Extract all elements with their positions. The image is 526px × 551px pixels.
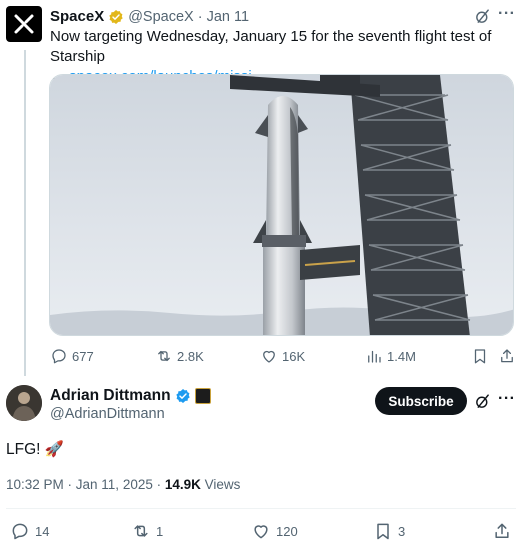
reply-icon	[52, 349, 66, 364]
analytics-icon	[368, 350, 381, 363]
repost-count: 2.8K	[177, 348, 204, 364]
like-count: 120	[276, 523, 298, 539]
reply-icon	[12, 523, 28, 540]
tweet-media-image[interactable]	[49, 74, 514, 336]
repost-button[interactable]: 1	[131, 521, 163, 541]
grok-icon[interactable]	[474, 393, 491, 415]
reply-button[interactable]: 14	[10, 521, 49, 541]
spacex-logo-icon	[14, 14, 34, 34]
author-handle[interactable]: @AdrianDittmann	[50, 406, 165, 422]
views-count: 14.9K	[164, 477, 201, 492]
views-button[interactable]: 1.4M	[365, 347, 416, 365]
views-label: Views	[204, 477, 241, 492]
heart-icon	[263, 350, 275, 363]
bookmark-icon	[377, 523, 389, 540]
share-button[interactable]	[492, 521, 512, 541]
more-options-icon[interactable]: ···	[498, 5, 515, 23]
like-button[interactable]: 120	[251, 521, 298, 541]
bookmark-icon	[474, 349, 486, 364]
divider	[6, 508, 516, 509]
avatar-image	[6, 385, 42, 421]
like-count: 16K	[282, 348, 306, 364]
bookmark-button[interactable]	[471, 347, 489, 365]
quoted-tweet-header: SpaceX @SpaceX · Jan 11	[50, 8, 249, 25]
author-name[interactable]: SpaceX	[50, 8, 104, 25]
views-count: 1.4M	[387, 348, 416, 364]
share-button[interactable]	[498, 347, 516, 365]
repost-icon	[158, 350, 170, 362]
author-handle[interactable]: @SpaceX	[128, 9, 194, 25]
like-button[interactable]: 16K	[260, 347, 305, 365]
reply-button[interactable]: 677	[50, 347, 94, 365]
thread-connector-line	[24, 50, 26, 376]
verified-gold-badge-icon[interactable]	[108, 9, 124, 25]
starship-launch-image	[50, 75, 513, 335]
repost-button[interactable]: 2.8K	[155, 347, 204, 365]
tweet-body: Now targeting Wednesday, January 15 for …	[50, 28, 492, 65]
verified-blue-badge-icon[interactable]	[175, 388, 191, 404]
tweet-timestamp: 10:32 PM · Jan 11, 2025 · 14.9K Views	[6, 477, 240, 492]
affiliate-badge-icon[interactable]	[194, 388, 211, 404]
tweet-date[interactable]: Jan 11	[207, 9, 249, 25]
repost-count: 1	[156, 523, 164, 539]
separator: ·	[197, 8, 203, 25]
more-options-icon[interactable]: ···	[498, 390, 515, 408]
heart-icon	[254, 525, 268, 539]
share-icon	[495, 523, 509, 538]
reply-count: 14	[35, 523, 50, 539]
author-name[interactable]: Adrian Dittmann	[50, 387, 171, 405]
share-icon	[501, 349, 513, 363]
spacex-avatar[interactable]	[6, 6, 42, 42]
repost-icon	[134, 525, 148, 537]
bookmark-button[interactable]: 3	[373, 521, 405, 541]
adrian-avatar[interactable]	[6, 385, 42, 421]
bookmark-count: 3	[398, 523, 406, 539]
main-tweet-text: LFG! 🚀	[6, 441, 65, 458]
reply-count: 677	[72, 348, 94, 364]
timestamp-text[interactable]: 10:32 PM · Jan 11, 2025 ·	[6, 477, 161, 492]
subscribe-button[interactable]: Subscribe	[375, 387, 467, 415]
main-author-name-row: Adrian Dittmann	[50, 387, 211, 405]
